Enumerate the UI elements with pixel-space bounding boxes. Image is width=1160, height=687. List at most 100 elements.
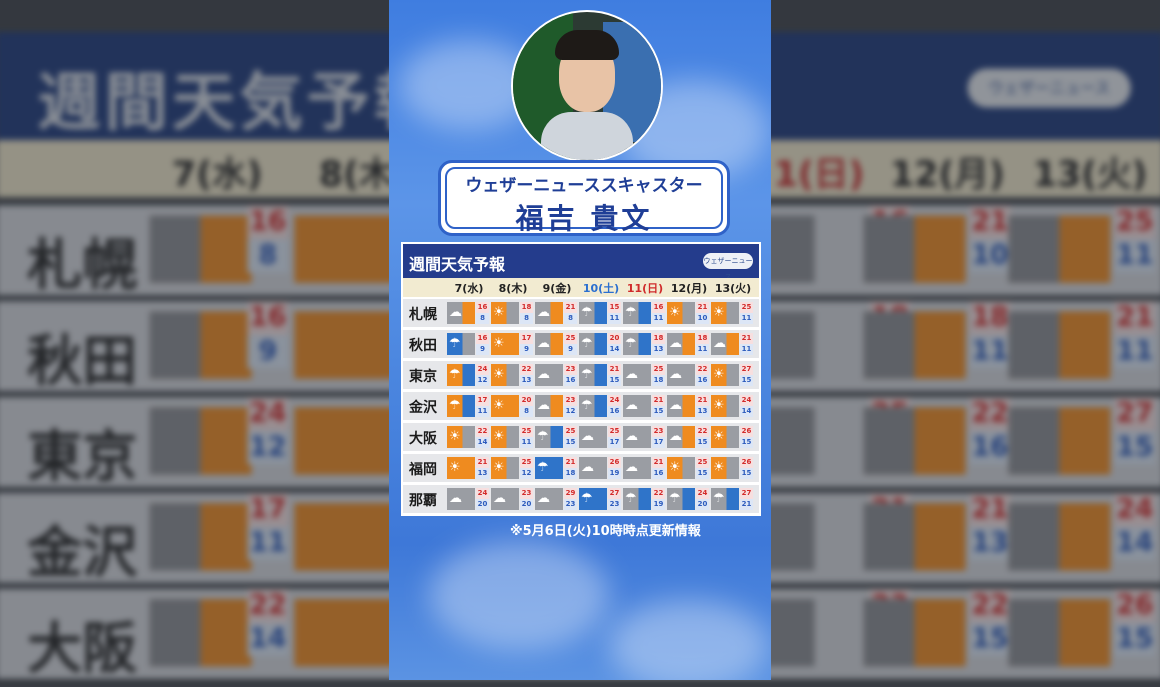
weather-icon-cr: ☂ (535, 426, 563, 448)
weather-icon-cloudy: ☁ (623, 457, 651, 479)
weather-glyph: ☁ (537, 305, 550, 320)
temp-high: 16 (476, 302, 489, 313)
temp-low: 14 (608, 344, 621, 355)
temp-high: 23 (520, 488, 533, 499)
temp-low: 20 (696, 499, 709, 510)
weather-glyph: ☀ (713, 460, 725, 475)
temp-low: 8 (564, 313, 577, 324)
temp-low: 17 (652, 437, 665, 448)
weather-glyph: ☂ (713, 491, 725, 506)
weather-glyph: ☀ (493, 336, 505, 351)
weather-icon-cloudy: ☁ (623, 395, 651, 417)
weather-icon-sc: ☀ (491, 364, 519, 386)
forecast-date: 7(水) (454, 282, 484, 295)
temp-high: 21 (608, 364, 621, 375)
weather-icon-sc: ☀ (491, 302, 519, 324)
temp-low: 11 (608, 313, 621, 324)
weather-icon-cr: ☂ (579, 395, 607, 417)
weather-glyph: ☂ (625, 336, 637, 351)
temp-low: 14 (740, 406, 753, 417)
weather-glyph: ☀ (449, 460, 461, 475)
city-name: 福岡 (409, 462, 437, 478)
weather-glyph: ☂ (449, 367, 461, 382)
temp-high: 17 (476, 395, 489, 406)
weather-icon-cloudy: ☁ (667, 364, 695, 386)
temp-high: 16 (476, 333, 489, 344)
temp-high: 22 (696, 364, 709, 375)
weather-icon-cs: ☁ (711, 333, 739, 355)
temp-low: 15 (740, 437, 753, 448)
temp-high: 15 (608, 302, 621, 313)
temp-low: 12 (520, 468, 533, 479)
weather-icon-cs: ☁ (535, 333, 563, 355)
weather-glyph: ☁ (537, 367, 550, 382)
temp-high: 22 (652, 488, 665, 499)
temp-low: 11 (740, 313, 753, 324)
temp-low: 20 (520, 499, 533, 510)
forecast-date: 10(土) (582, 282, 620, 295)
temp-low: 11 (740, 344, 753, 355)
temp-high: 22 (696, 426, 709, 437)
city-name: 札幌 (409, 307, 437, 323)
weather-icon-sc: ☀ (711, 426, 739, 448)
temp-low: 15 (652, 406, 665, 417)
temp-low: 11 (696, 344, 709, 355)
temp-low: 15 (696, 437, 709, 448)
temp-high: 20 (520, 395, 533, 406)
weather-glyph: ☂ (625, 491, 637, 506)
weather-icon-sc: ☀ (711, 302, 739, 324)
temp-low: 16 (652, 468, 665, 479)
temp-low: 13 (476, 468, 489, 479)
temp-low: 21 (740, 499, 753, 510)
temp-high: 21 (696, 395, 709, 406)
temp-low: 16 (696, 375, 709, 386)
temp-high: 16 (652, 302, 665, 313)
weather-glyph: ☀ (669, 460, 681, 475)
weather-icon-sc: ☀ (447, 426, 475, 448)
weather-icon-sunny: ☀ (491, 395, 519, 417)
temp-high: 25 (696, 457, 709, 468)
temp-low: 15 (564, 437, 577, 448)
weather-glyph: ☀ (713, 367, 725, 382)
update-footnote: ※5月6日(火)10時時点更新情報 (510, 524, 701, 539)
weather-glyph: ☁ (581, 460, 594, 475)
temp-low: 12 (564, 406, 577, 417)
forecast-date-row: 7(水) 8(木) 9(金) 10(土) 11(日) 12(月) 13(火) (403, 278, 759, 297)
temp-high: 24 (740, 395, 753, 406)
temp-low: 15 (608, 375, 621, 386)
weather-icon-cloudy: ☁ (579, 457, 607, 479)
caster-avatar (511, 10, 663, 162)
weather-icon-cr: ☂ (623, 302, 651, 324)
temp-high: 24 (476, 364, 489, 375)
temp-low: 15 (740, 468, 753, 479)
forecast-date: 8(木) (498, 282, 528, 295)
weather-icon-sc: ☀ (667, 457, 695, 479)
weather-icon-cs: ☁ (667, 333, 695, 355)
temp-high: 26 (740, 457, 753, 468)
weather-glyph: ☂ (449, 398, 461, 413)
weather-glyph: ☁ (625, 429, 638, 444)
weather-glyph: ☀ (493, 367, 505, 382)
temp-high: 17 (520, 333, 533, 344)
weather-glyph: ☁ (449, 491, 462, 506)
temp-high: 26 (740, 426, 753, 437)
temp-low: 8 (476, 313, 489, 324)
city-name: 東京 (409, 369, 437, 385)
temp-low: 9 (520, 344, 533, 355)
weather-glyph: ☂ (449, 336, 461, 351)
temp-low: 19 (652, 499, 665, 510)
forecast-date: 13(火) (714, 282, 752, 295)
weather-icon-cs: ☁ (667, 426, 695, 448)
temp-high: 21 (696, 302, 709, 313)
temp-low: 15 (696, 468, 709, 479)
weather-glyph: ☁ (581, 429, 594, 444)
temp-low: 16 (608, 406, 621, 417)
weather-icon-cr: ☂ (579, 333, 607, 355)
weather-glyph: ☂ (581, 336, 593, 351)
temp-low: 18 (564, 468, 577, 479)
weather-glyph: ☁ (449, 305, 462, 320)
forecast-row: 秋田 ☂ 16 9 ☀ 17 9 ☁ 25 9 ☂ 20 14 ☂ 18 13 ☁ 18 11 ☁ 21 11 (403, 330, 759, 358)
weather-icon-rain: ☂ (579, 488, 607, 510)
weather-icon-sunny: ☀ (491, 333, 519, 355)
weather-icon-cr: ☂ (579, 364, 607, 386)
